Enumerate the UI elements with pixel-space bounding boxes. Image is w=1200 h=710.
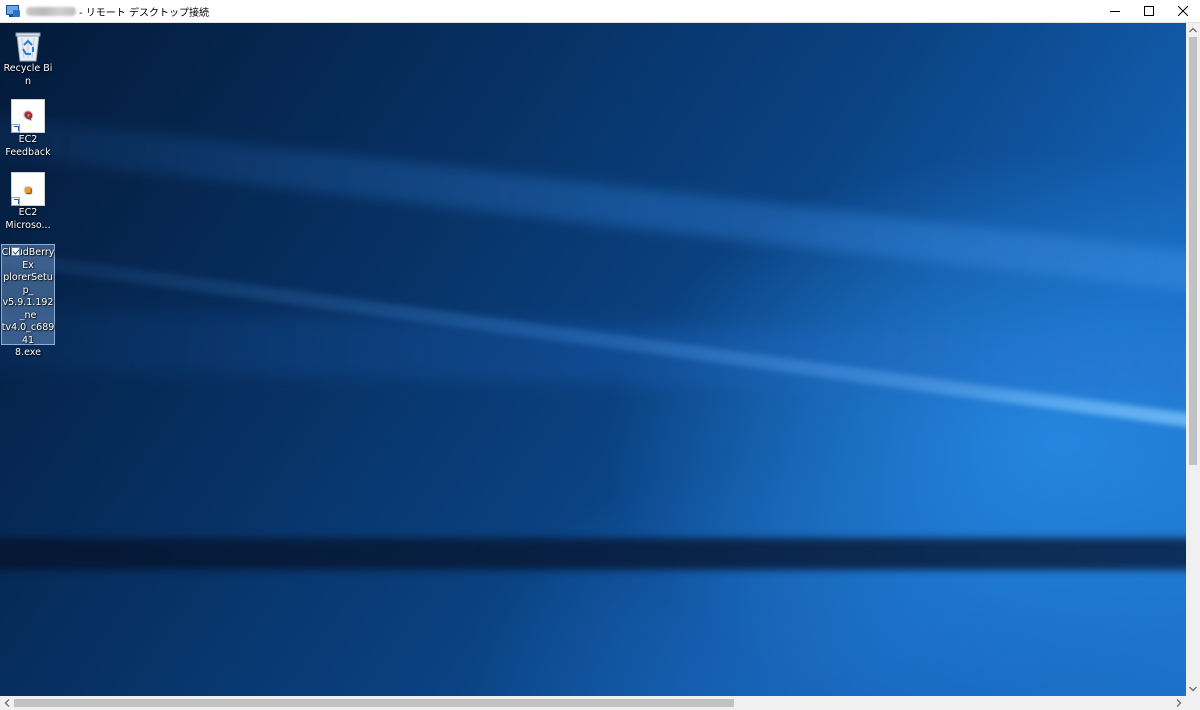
desktop-icon-label: EC2 Feedback [5,134,51,158]
minimize-button[interactable] [1098,0,1132,22]
wallpaper-light-beam [0,303,1186,408]
shortcut-arrow-icon [11,197,20,206]
desktop-icon-recycle-bin[interactable]: Recycle Bin [1,27,55,88]
vertical-scrollbar[interactable] [1186,23,1200,696]
selection-checkbox[interactable] [11,247,20,256]
recycle-bin-icon [15,32,41,62]
wallpaper-light-beam [0,93,1186,326]
close-icon [1178,6,1188,16]
scroll-left-button[interactable] [0,696,14,710]
remote-desktop-screen[interactable]: Recycle Bin Q EC2 Feedback ■ EC2 Microso..… [0,23,1186,696]
ec2-microsoft-icon: ■ [11,172,45,206]
shortcut-arrow-icon [11,124,20,133]
chevron-down-icon [1189,686,1197,692]
ec2-microsoft-mark: ■ [24,186,32,194]
desktop-icon-ec2-microsoft[interactable]: ■ EC2 Microso... [1,172,55,232]
desktop-icon-label: EC2 Microso... [5,207,51,231]
horizontal-scrollbar[interactable] [0,696,1186,710]
chevron-right-icon [1176,699,1182,707]
window-title: - リモート デスクトップ接続 [79,7,209,19]
vertical-scroll-thumb[interactable] [1189,37,1197,465]
chevron-up-icon [1189,27,1197,33]
wallpaper-light-beam [0,223,1186,468]
ec2-feedback-mark: Q [24,111,32,121]
title-bar: - リモート デスクトップ接続 [0,0,1200,23]
scroll-right-button[interactable] [1172,696,1186,710]
remote-desktop-icon [6,4,20,18]
scrollbar-corner [1186,696,1200,710]
desktop-icon-label: Recycle Bin [3,63,53,87]
scroll-down-button[interactable] [1186,682,1200,696]
wallpaper-shadow-band [0,538,1186,570]
chevron-left-icon [4,699,10,707]
redacted-host-address [26,6,76,16]
horizontal-scroll-thumb[interactable] [14,699,734,707]
desktop-icon-ec2-feedback[interactable]: Q EC2 Feedback [1,99,55,159]
scroll-up-button[interactable] [1186,23,1200,37]
desktop-icon-label: CloudBerryEx plorerSetup_ v5.9.1.192_ne tv4… [1,247,55,358]
window-controls [1098,0,1200,22]
maximize-icon [1144,6,1154,16]
ec2-feedback-icon: Q [11,99,45,133]
desktop-icon-cloudberry-installer[interactable]: CloudBerryEx plorerSetup_ v5.9.1.192_ne tv4… [1,244,55,358]
close-button[interactable] [1166,0,1200,22]
maximize-button[interactable] [1132,0,1166,22]
minimize-icon [1110,11,1120,12]
